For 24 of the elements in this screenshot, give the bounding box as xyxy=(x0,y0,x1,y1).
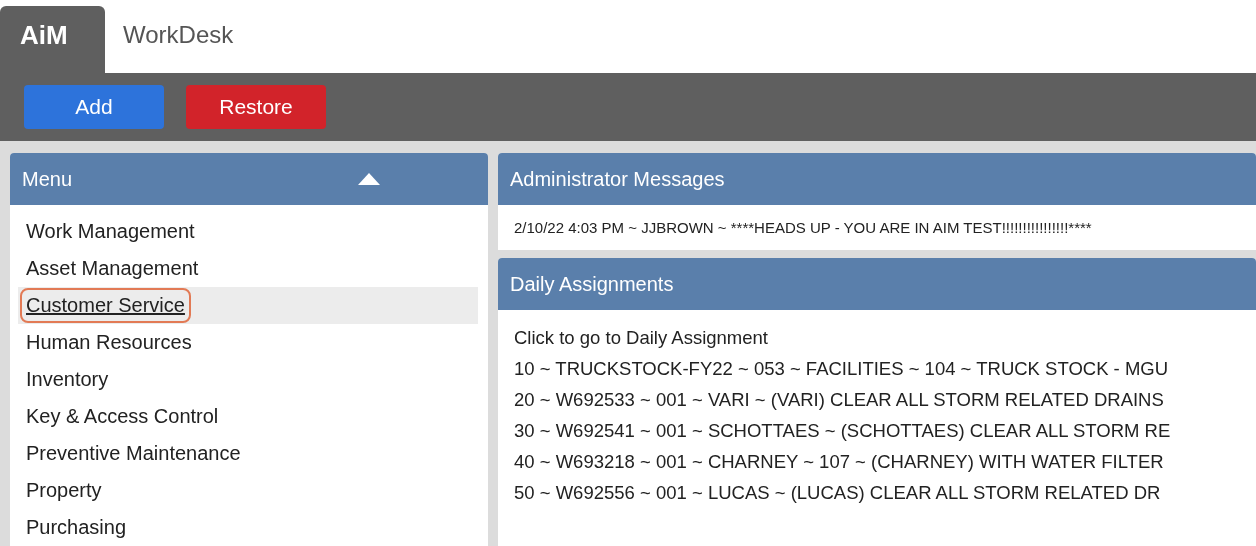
restore-button[interactable]: Restore xyxy=(186,85,326,129)
assignment-row[interactable]: 50 ~ W692556 ~ 001 ~ LUCAS ~ (LUCAS) CLEAR ALL STORM RELATED DR xyxy=(514,477,1240,508)
add-button[interactable]: Add xyxy=(24,85,164,129)
menu-title: Menu xyxy=(22,167,73,191)
menu-item[interactable]: Key & Access Control xyxy=(18,398,478,435)
menu-item[interactable]: Customer Service xyxy=(18,287,478,324)
assignment-row[interactable]: 40 ~ W693218 ~ 001 ~ CHARNEY ~ 107 ~ (CHARNEY) WITH WATER FILTER xyxy=(514,446,1240,477)
menu-item[interactable]: Purchasing xyxy=(18,509,478,546)
menu-item[interactable]: Preventive Maintenance xyxy=(18,435,478,472)
assignment-row[interactable]: 10 ~ TRUCKSTOCK-FY22 ~ 053 ~ FACILITIES ~ 104 ~ TRUCK STOCK - MGU xyxy=(514,353,1240,384)
daily-assignment-link[interactable]: Click to go to Daily Assignment xyxy=(514,322,1240,353)
app-logo: AiM xyxy=(0,6,105,73)
menu-item[interactable]: Inventory xyxy=(18,361,478,398)
assignment-row[interactable]: 30 ~ W692541 ~ 001 ~ SCHOTTAES ~ (SCHOTTAES) CLEAR ALL STORM RE xyxy=(514,415,1240,446)
admin-message: 2/10/22 4:03 PM ~ JJBROWN ~ ****HEADS UP - YOU ARE IN AIM TEST!!!!!!!!!!!!!!!!**** xyxy=(513,218,1093,238)
panel-title: Administrator Messages xyxy=(510,167,725,191)
menu-item[interactable]: Property xyxy=(18,472,478,509)
menu-item[interactable]: Asset Management xyxy=(18,250,478,287)
assignment-row[interactable]: 20 ~ W692533 ~ 001 ~ VARI ~ (VARI) CLEAR ALL STORM RELATED DRAINS xyxy=(514,384,1240,415)
app-title: WorkDesk xyxy=(122,21,234,50)
collapse-icon[interactable] xyxy=(358,173,380,185)
menu-item[interactable]: Work Management xyxy=(18,213,478,250)
panel-title: Daily Assignments xyxy=(510,272,674,296)
menu-item[interactable]: Human Resources xyxy=(18,324,478,361)
